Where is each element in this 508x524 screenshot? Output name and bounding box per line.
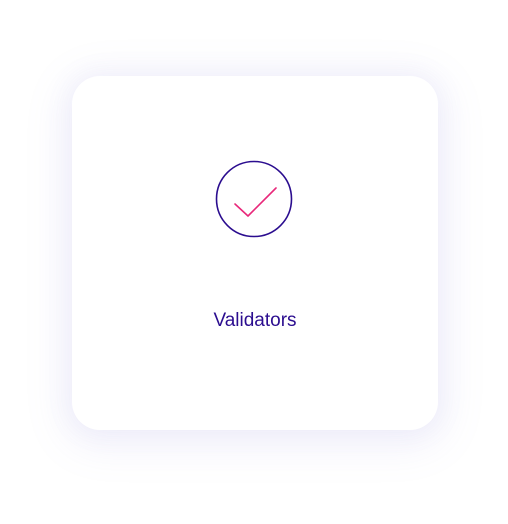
card-label: Validators [213, 310, 297, 331]
checkmark-circle-icon [215, 160, 293, 238]
validators-card[interactable]: Validators [72, 76, 438, 430]
